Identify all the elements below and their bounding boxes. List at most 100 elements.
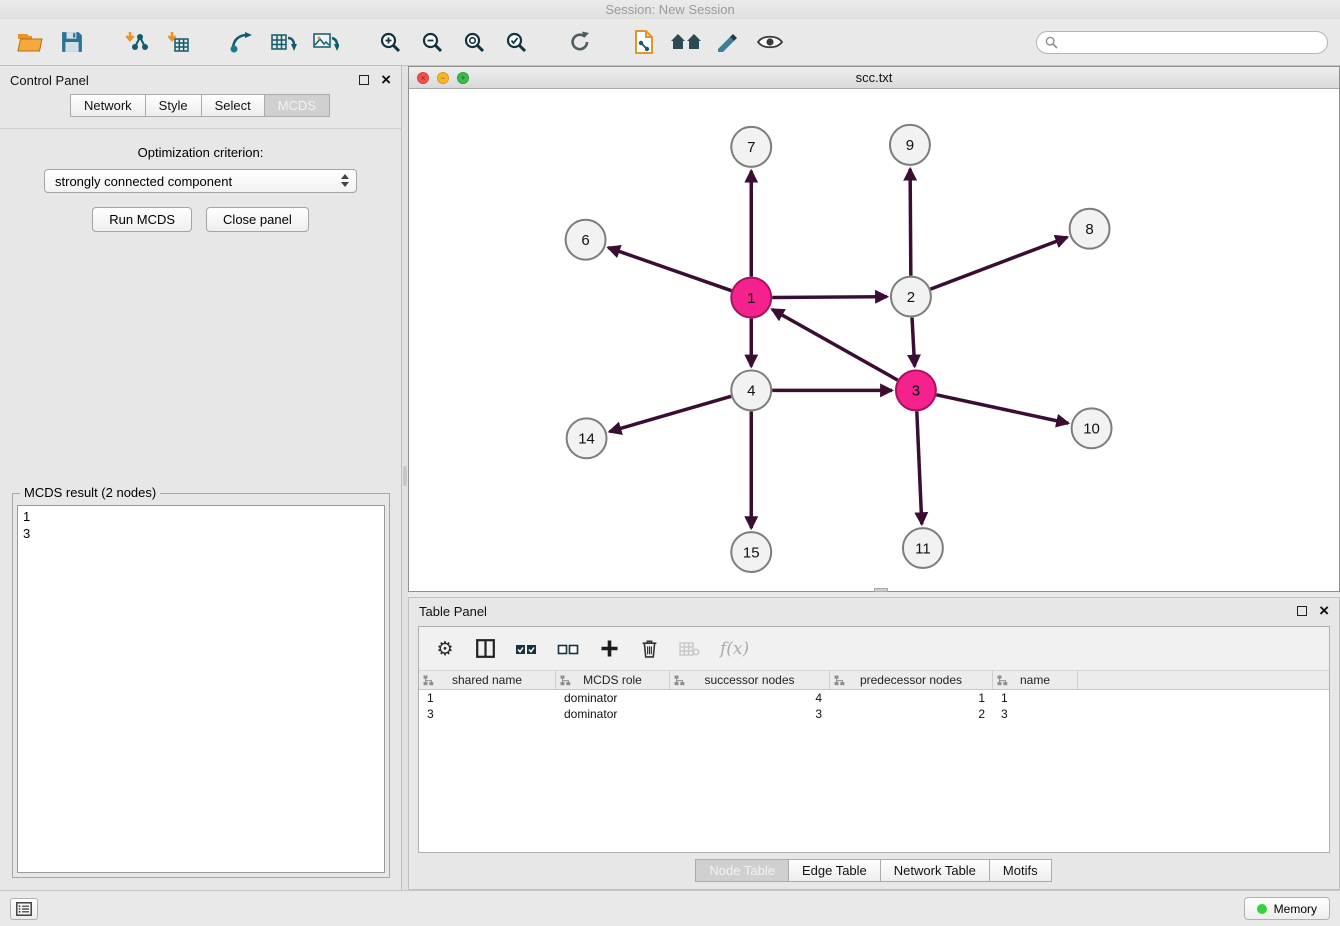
graph-node-10[interactable]: 10 — [1072, 408, 1112, 448]
zoom-in-icon[interactable] — [372, 24, 408, 60]
tab-network[interactable]: Network — [70, 94, 146, 117]
graph-node-9[interactable]: 9 — [890, 125, 930, 165]
cell-name[interactable]: 3 — [993, 706, 1078, 722]
mcds-result-title: MCDS result (2 nodes) — [20, 485, 160, 500]
export-image-icon[interactable] — [308, 24, 344, 60]
column-type-icon — [834, 675, 845, 686]
graph-node-4[interactable]: 4 — [731, 370, 771, 410]
graph-node-1[interactable]: 1 — [731, 278, 771, 318]
application-window: Session: New Session — [0, 0, 1340, 926]
tab-mcds[interactable]: MCDS — [264, 94, 330, 117]
float-panel-icon[interactable] — [359, 75, 369, 85]
close-panel-icon[interactable]: × — [381, 74, 391, 86]
graph-node-11[interactable]: 11 — [903, 528, 943, 568]
table-row[interactable]: 1dominator411 — [419, 690, 1329, 706]
node-table: ⚙ f(x) — [418, 626, 1330, 853]
cell-successor-nodes[interactable]: 4 — [670, 690, 830, 706]
eye-icon[interactable] — [752, 24, 788, 60]
graph-node-2[interactable]: 2 — [891, 277, 931, 317]
network-window-title: scc.txt — [856, 70, 893, 85]
cell-predecessor-nodes[interactable]: 2 — [830, 706, 993, 722]
add-column-icon[interactable] — [599, 637, 619, 661]
float-table-panel-icon[interactable] — [1297, 606, 1307, 616]
graph-node-14[interactable]: 14 — [567, 418, 607, 458]
window-controls: ×−+ — [417, 72, 469, 84]
refresh-icon[interactable] — [562, 24, 598, 60]
svg-text:15: 15 — [743, 544, 760, 561]
tab-select[interactable]: Select — [201, 94, 265, 117]
minimize-window-icon[interactable]: − — [437, 72, 449, 84]
brush-style-icon[interactable] — [710, 24, 746, 60]
splitter-grip[interactable] — [403, 466, 407, 486]
cell-mcds-role[interactable]: dominator — [556, 706, 670, 722]
clear-checkboxes-icon[interactable] — [557, 637, 579, 661]
cell-name[interactable]: 1 — [993, 690, 1078, 706]
graph-edge-1-to-6[interactable] — [608, 248, 731, 291]
graph-node-15[interactable]: 15 — [731, 532, 771, 572]
graph-edge-3-to-11[interactable] — [917, 411, 922, 524]
column-header-mcds-role[interactable]: MCDS role — [556, 671, 670, 689]
mcds-result-list: 13 — [17, 505, 385, 873]
zoom-fit-icon[interactable] — [456, 24, 492, 60]
graph-edge-1-to-2[interactable] — [772, 297, 887, 298]
copy-document-network-icon[interactable] — [626, 24, 662, 60]
select-all-checkboxes-icon[interactable] — [515, 637, 537, 661]
cell-successor-nodes[interactable]: 3 — [670, 706, 830, 722]
gear-icon[interactable]: ⚙ — [435, 637, 455, 661]
dropdown-arrows-icon — [341, 174, 349, 187]
graph-edge-3-to-1[interactable] — [772, 309, 898, 380]
export-network-icon[interactable] — [224, 24, 260, 60]
graph-node-3[interactable]: 3 — [896, 370, 936, 410]
search-input[interactable] — [1036, 31, 1328, 54]
network-canvas[interactable]: 7 9 6 8 1 2 4 3 14 10 15 11 — [409, 89, 1339, 591]
column-header-shared-name[interactable]: shared name — [419, 671, 556, 689]
cell-predecessor-nodes[interactable]: 1 — [830, 690, 993, 706]
column-header-predecessor-nodes[interactable]: predecessor nodes — [830, 671, 993, 689]
column-header-successor-nodes[interactable]: successor nodes — [670, 671, 830, 689]
graph-edge-2-to-9[interactable] — [910, 169, 911, 276]
graph-node-7[interactable]: 7 — [731, 127, 771, 167]
zoom-selected-icon[interactable] — [498, 24, 534, 60]
tab-node-table[interactable]: Node Table — [695, 859, 789, 882]
window-resize-grip[interactable] — [874, 588, 888, 592]
graph-edge-3-to-10[interactable] — [936, 395, 1068, 423]
cell-shared-name[interactable]: 3 — [419, 706, 556, 722]
tab-style[interactable]: Style — [145, 94, 202, 117]
save-icon[interactable] — [54, 24, 90, 60]
graph-edge-2-to-8[interactable] — [930, 237, 1067, 289]
cell-mcds-role[interactable]: dominator — [556, 690, 670, 706]
zoom-window-icon[interactable]: + — [457, 72, 469, 84]
task-history-button[interactable] — [10, 898, 38, 920]
graph-node-8[interactable]: 8 — [1070, 209, 1110, 249]
close-panel-button[interactable]: Close panel — [206, 207, 309, 232]
open-folder-icon[interactable] — [12, 24, 48, 60]
import-network-icon[interactable] — [118, 24, 154, 60]
network-graph[interactable]: 7 9 6 8 1 2 4 3 14 10 15 11 — [409, 89, 1339, 591]
table-row[interactable]: 3dominator323 — [419, 706, 1329, 722]
run-mcds-button[interactable]: Run MCDS — [92, 207, 192, 232]
trash-icon[interactable] — [639, 637, 659, 661]
close-table-panel-icon[interactable]: × — [1319, 605, 1329, 617]
criterion-dropdown[interactable]: strongly connected component — [44, 169, 357, 193]
delete-table-disabled-icon — [679, 637, 700, 661]
close-window-icon[interactable]: × — [417, 72, 429, 84]
status-bar: Memory — [0, 890, 1340, 926]
network-window-titlebar[interactable]: ×−+ scc.txt — [409, 67, 1339, 89]
export-table-icon[interactable] — [266, 24, 302, 60]
graph-node-6[interactable]: 6 — [566, 220, 606, 260]
graph-edge-2-to-3[interactable] — [912, 318, 915, 367]
svg-text:14: 14 — [578, 431, 595, 448]
column-header-label: predecessor nodes — [860, 673, 962, 687]
cell-shared-name[interactable]: 1 — [419, 690, 556, 706]
graph-edge-4-to-14[interactable] — [610, 396, 732, 431]
mcds-result-group: MCDS result (2 nodes) 13 — [12, 493, 390, 878]
homes-icon[interactable] — [668, 24, 704, 60]
zoom-out-icon[interactable] — [414, 24, 450, 60]
memory-button[interactable]: Memory — [1244, 897, 1330, 920]
import-table-icon[interactable] — [160, 24, 196, 60]
split-columns-icon[interactable] — [475, 637, 495, 661]
tab-edge-table[interactable]: Edge Table — [788, 859, 881, 882]
tab-motifs[interactable]: Motifs — [989, 859, 1052, 882]
tab-network-table[interactable]: Network Table — [880, 859, 990, 882]
column-header-name[interactable]: name — [993, 671, 1078, 689]
